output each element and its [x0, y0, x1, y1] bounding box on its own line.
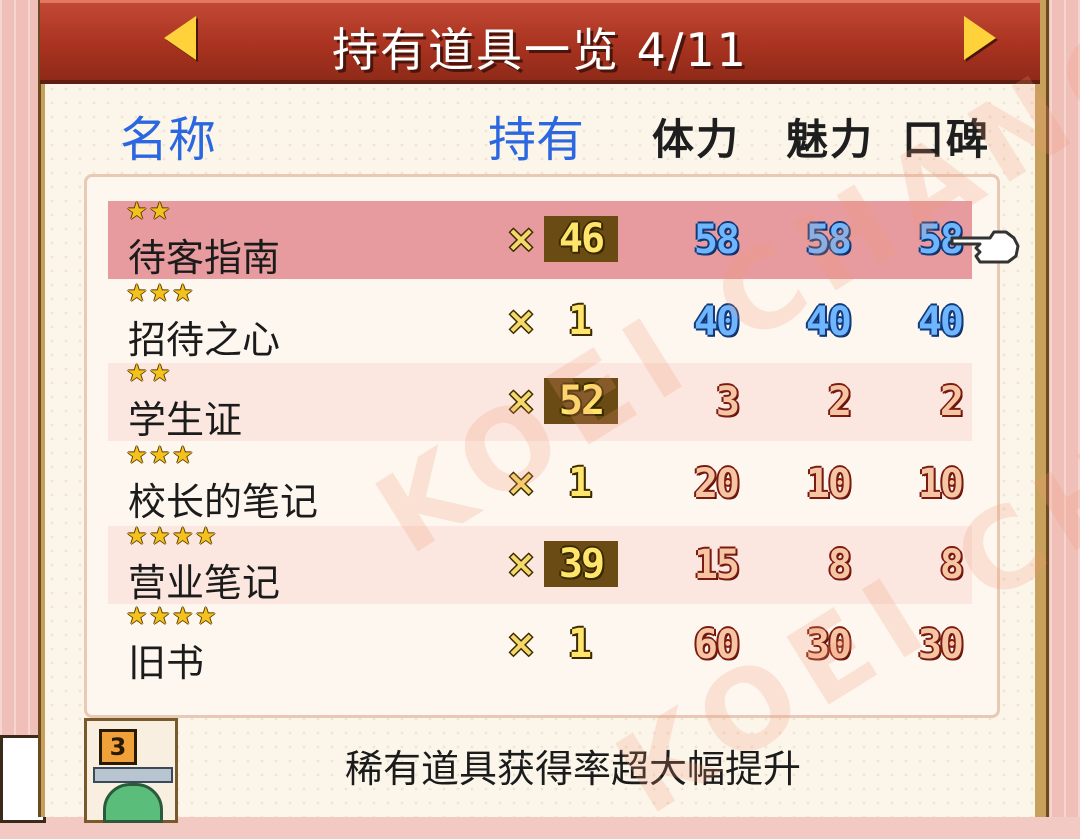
stat-stamina: 40 [693, 299, 740, 345]
item-name: 待客指南 [128, 236, 281, 280]
item-row[interactable]: ★ ★ ★ 校长的笔记 × 1 20 10 10 [108, 441, 972, 524]
column-header-stamina[interactable]: 体力 [652, 106, 740, 167]
multiply-icon: × [506, 380, 537, 422]
scale-icon: 3 [84, 718, 178, 823]
pointer-hand-icon [950, 230, 1020, 264]
star-icon: ★ [149, 602, 171, 630]
rarity-stars: ★ ★ ★ ★ [126, 522, 217, 550]
star-icon: ★ [126, 441, 148, 469]
star-icon: ★ [149, 197, 171, 225]
footer-description: 稀有道具获得率超大幅提升 [345, 747, 802, 791]
item-row[interactable]: ★ ★ 待客指南 × 46 58 58 58 [108, 197, 972, 280]
item-quantity: × 1 [506, 298, 614, 344]
item-quantity: × 1 [506, 621, 614, 667]
item-name: 学生证 [128, 398, 243, 442]
item-name: 校长的笔记 [128, 480, 319, 524]
quantity-value: 1 [567, 621, 592, 667]
quantity-value: 1 [567, 298, 592, 344]
item-count-badge: 3 [99, 729, 137, 765]
multiply-icon: × [506, 623, 537, 665]
item-row[interactable]: ★ ★ 学生证 × 52 3 2 2 [108, 359, 972, 442]
star-icon: ★ [172, 441, 194, 469]
multiply-icon: × [506, 218, 537, 260]
multiply-icon: × [506, 543, 537, 585]
star-icon: ★ [172, 279, 194, 307]
stat-reputation: 8 [939, 542, 964, 588]
stat-charm: 30 [805, 622, 852, 668]
star-icon: ★ [126, 359, 148, 387]
star-icon: ★ [172, 522, 194, 550]
quantity-value: 46 [544, 216, 618, 262]
star-icon: ★ [172, 602, 194, 630]
stat-reputation: 30 [917, 622, 964, 668]
star-icon: ★ [149, 522, 171, 550]
rarity-stars: ★ ★ [126, 359, 171, 387]
scale-plate-icon [93, 767, 173, 783]
column-header-owned[interactable]: 持有 [488, 100, 584, 170]
rarity-stars: ★ ★ ★ ★ [126, 602, 217, 630]
item-name: 旧书 [128, 641, 205, 685]
item-name: 营业笔记 [128, 561, 281, 605]
quantity-value: 1 [567, 460, 592, 506]
scale-dial-icon [103, 783, 163, 823]
stat-reputation: 2 [939, 379, 964, 425]
stat-stamina: 58 [693, 217, 740, 263]
rarity-stars: ★ ★ [126, 197, 171, 225]
column-header-reputation[interactable]: 口碑 [902, 106, 990, 167]
star-icon: ★ [126, 602, 148, 630]
stat-charm: 2 [827, 379, 852, 425]
stat-stamina: 60 [693, 622, 740, 668]
stat-reputation: 10 [917, 461, 964, 507]
star-icon: ★ [126, 279, 148, 307]
item-quantity: × 52 [506, 378, 618, 424]
stat-stamina: 20 [693, 461, 740, 507]
multiply-icon: × [506, 300, 537, 342]
stat-reputation: 40 [917, 299, 964, 345]
column-header-charm[interactable]: 魅力 [786, 106, 874, 167]
rarity-stars: ★ ★ ★ [126, 441, 194, 469]
star-icon: ★ [126, 197, 148, 225]
column-header-row: 名称 持有 体力 魅力 口碑 [0, 100, 1080, 168]
rarity-stars: ★ ★ ★ [126, 279, 194, 307]
item-quantity: × 39 [506, 541, 618, 587]
star-icon: ★ [149, 441, 171, 469]
page-title: 持有道具一览 4/11 [332, 23, 748, 77]
item-quantity: × 46 [506, 216, 618, 262]
star-icon: ★ [149, 359, 171, 387]
column-header-name[interactable]: 名称 [120, 100, 216, 170]
stat-stamina: 3 [715, 379, 740, 425]
star-icon: ★ [195, 602, 217, 630]
quantity-value: 52 [544, 378, 618, 424]
stat-charm: 8 [827, 542, 852, 588]
stat-charm: 40 [805, 299, 852, 345]
item-name: 招待之心 [128, 318, 281, 362]
item-row[interactable]: ★ ★ ★ 招待之心 × 1 40 40 40 [108, 279, 972, 362]
multiply-icon: × [506, 462, 537, 504]
quantity-value: 39 [544, 541, 618, 587]
stat-stamina: 15 [693, 542, 740, 588]
item-row[interactable]: ★ ★ ★ ★ 营业笔记 × 39 15 8 8 [108, 522, 972, 605]
star-icon: ★ [149, 279, 171, 307]
stat-charm: 10 [805, 461, 852, 507]
item-quantity: × 1 [506, 460, 614, 506]
stat-charm: 58 [805, 217, 852, 263]
star-icon: ★ [126, 522, 148, 550]
item-row[interactable]: ★ ★ ★ ★ 旧书 × 1 60 30 30 [108, 602, 972, 685]
star-icon: ★ [195, 522, 217, 550]
next-page-arrow-icon[interactable] [964, 16, 996, 60]
title-bar: 持有道具一览 4/11 [40, 0, 1040, 84]
